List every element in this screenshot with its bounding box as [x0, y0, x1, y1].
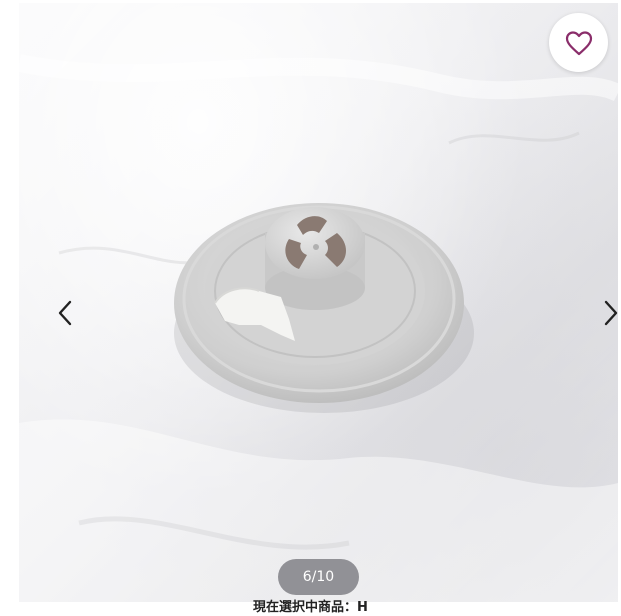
- selected-product-label: 現在選択中商品：H: [253, 600, 368, 615]
- favorite-button[interactable]: [549, 13, 608, 72]
- previous-image-button[interactable]: [45, 293, 85, 333]
- image-counter: 6/10: [278, 559, 359, 595]
- heart-outline-icon: [565, 30, 592, 55]
- product-photo-vacuum-valve: [19, 3, 618, 602]
- next-image-button[interactable]: [591, 293, 618, 333]
- product-image-gallery[interactable]: [19, 3, 618, 602]
- chevron-left-icon: [58, 300, 72, 326]
- chevron-right-icon: [604, 300, 618, 326]
